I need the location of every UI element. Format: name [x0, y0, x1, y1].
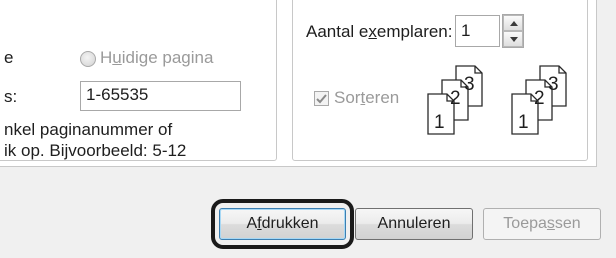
- checkmark-icon: [316, 94, 327, 104]
- current-page-radio[interactable]: [80, 51, 96, 67]
- pages-help-line-1: nkel paginanummer of: [4, 120, 173, 139]
- collate-label: Sorteren: [334, 88, 400, 107]
- page-range-cut-label: e: [4, 48, 14, 67]
- collate-stack-2-label-1: 1: [518, 112, 529, 133]
- spinner-up-button[interactable]: [503, 15, 523, 31]
- collate-stack-2-label-3: 3: [548, 74, 559, 95]
- print-button[interactable]: Afdrukken: [219, 208, 346, 240]
- pages-help-line-2: ik op. Bijvoorbeeld: 5-12: [4, 141, 187, 160]
- collate-stack-2: 3 2 1: [511, 65, 567, 135]
- apply-button[interactable]: Toepassen: [483, 208, 601, 240]
- current-page-label: Huidige pagina: [100, 48, 214, 67]
- pages-label: s:: [4, 87, 18, 106]
- collate-stack-2-label-2: 2: [534, 88, 545, 109]
- collate-illustration-icon: 3 2 1 3 2 1: [427, 65, 567, 135]
- pages-input[interactable]: 1-65535: [80, 81, 241, 111]
- spinner-down-button[interactable]: [503, 31, 523, 47]
- copies-spinner[interactable]: [502, 14, 524, 48]
- cancel-button[interactable]: Annuleren: [355, 208, 473, 240]
- collate-stack-1-label-3: 3: [464, 74, 475, 95]
- copies-label: Aantal exemplaren:: [306, 22, 453, 41]
- arrow-up-icon: [510, 21, 518, 26]
- print-dialog: e Huidige pagina s: 1-65535 nkel paginan…: [0, 0, 616, 258]
- collate-stack-1-label-1: 1: [434, 112, 445, 133]
- arrow-down-icon: [510, 37, 518, 42]
- collate-stack-1-label-2: 2: [450, 88, 461, 109]
- collate-checkbox[interactable]: [314, 91, 329, 106]
- dialog-content-area: e Huidige pagina s: 1-65535 nkel paginan…: [0, 0, 597, 167]
- collate-stack-1: 3 2 1: [427, 65, 483, 135]
- copies-input[interactable]: 1: [455, 15, 500, 47]
